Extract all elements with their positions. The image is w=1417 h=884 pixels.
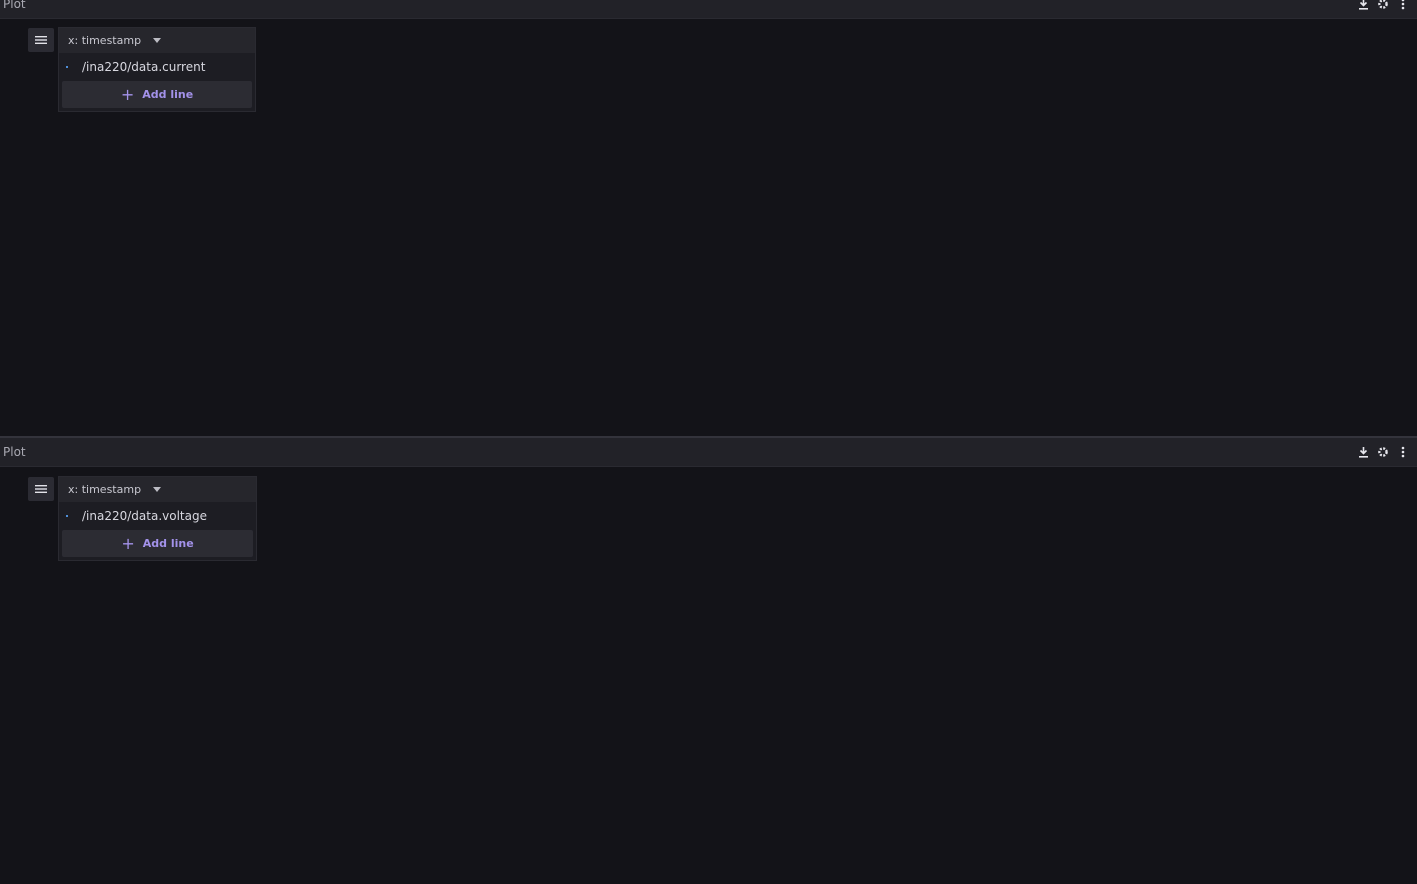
x-axis-select[interactable]: x: timestamp bbox=[59, 28, 255, 53]
plot-panel: Plot x: timestamp /ina220/data.current + bbox=[0, 0, 1417, 436]
chevron-down-icon bbox=[153, 38, 162, 43]
panel-toolbar: Plot bbox=[0, 438, 1417, 467]
series-row: /ina220/data.current bbox=[59, 53, 255, 81]
x-axis-label: x: timestamp bbox=[68, 483, 142, 496]
more-vertical-icon[interactable] bbox=[1397, 0, 1409, 10]
x-axis-label: x: timestamp bbox=[68, 34, 142, 47]
download-icon[interactable] bbox=[1357, 446, 1369, 458]
settings-icon[interactable] bbox=[1377, 0, 1389, 10]
add-line-label: Add line bbox=[142, 537, 194, 550]
download-icon[interactable] bbox=[1357, 0, 1369, 10]
settings-icon[interactable] bbox=[1377, 446, 1389, 458]
toolbar-actions bbox=[1357, 0, 1409, 10]
series-path[interactable]: /ina220/data.voltage bbox=[82, 509, 207, 523]
plot-panel: Plot x: timestamp /ina220/data.voltage + bbox=[0, 436, 1417, 884]
add-line-button[interactable]: + Add line bbox=[62, 530, 253, 557]
plus-icon: + bbox=[120, 84, 135, 104]
series-color-swatch[interactable] bbox=[66, 508, 82, 524]
panel-title: Plot bbox=[3, 0, 26, 11]
chevron-down-icon bbox=[153, 487, 162, 492]
panel-title: Plot bbox=[3, 445, 26, 459]
plot-legend: x: timestamp /ina220/data.current + Add … bbox=[58, 27, 256, 112]
more-vertical-icon[interactable] bbox=[1397, 446, 1409, 458]
menu-icon bbox=[35, 36, 47, 44]
series-line-icon bbox=[66, 66, 68, 68]
series-path[interactable]: /ina220/data.current bbox=[82, 60, 205, 74]
menu-icon bbox=[35, 485, 47, 493]
series-line-icon bbox=[66, 515, 68, 517]
toolbar-actions bbox=[1357, 446, 1409, 458]
legend-toggle-button[interactable] bbox=[28, 28, 54, 52]
series-row: /ina220/data.voltage bbox=[59, 502, 256, 530]
x-axis-select[interactable]: x: timestamp bbox=[59, 477, 256, 502]
add-line-button[interactable]: + Add line bbox=[62, 81, 252, 108]
legend-toggle-button[interactable] bbox=[28, 477, 54, 501]
plot-legend: x: timestamp /ina220/data.voltage + Add … bbox=[58, 476, 257, 561]
panel-toolbar: Plot bbox=[0, 0, 1417, 19]
series-color-swatch[interactable] bbox=[66, 59, 82, 75]
add-line-label: Add line bbox=[142, 88, 194, 101]
plus-icon: + bbox=[121, 533, 135, 553]
